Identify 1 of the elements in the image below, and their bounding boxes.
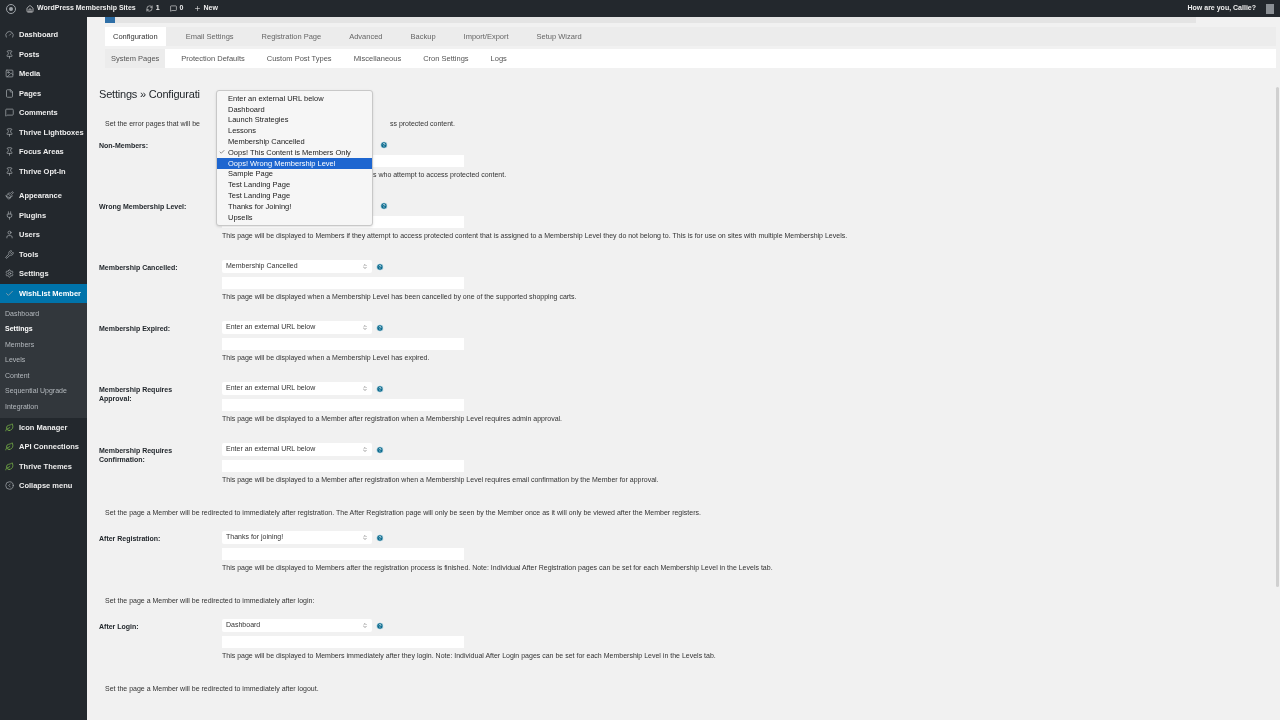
page-heading: Settings » Configurati (99, 87, 200, 102)
